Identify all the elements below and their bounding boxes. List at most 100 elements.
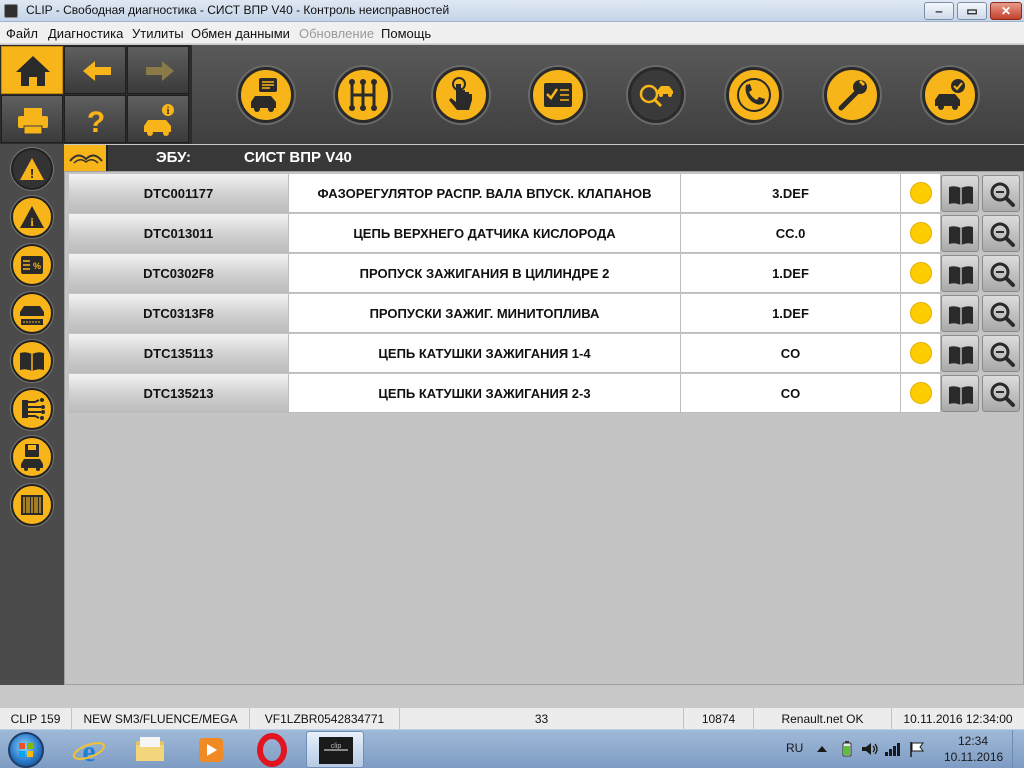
show-desktop-button[interactable] (1012, 730, 1024, 768)
barcode-icon (21, 495, 43, 515)
fault-manual-button[interactable] (941, 295, 979, 332)
wiring-icon (22, 398, 45, 420)
close-button[interactable]: ✕ (990, 2, 1022, 20)
fault-detail-button[interactable] (982, 295, 1020, 332)
menu-data-exchange[interactable]: Обмен данными (191, 26, 290, 41)
menu-update[interactable]: Обновление (299, 26, 374, 41)
book-icon (949, 306, 973, 325)
fault-manual-button[interactable] (941, 255, 979, 292)
sidebar-manual-button[interactable] (11, 340, 53, 382)
checklist-button[interactable] (530, 67, 586, 123)
fault-row[interactable]: DTC001177 ФАЗОРЕГУЛЯТОР РАСПР. ВАЛА ВПУС… (69, 174, 1023, 214)
show-hidden-icons-icon[interactable] (816, 742, 828, 756)
vehicle-check-button[interactable] (922, 67, 978, 123)
language-indicator[interactable]: RU (786, 741, 803, 755)
sidebar-info-button[interactable]: i (11, 196, 53, 238)
touch-button[interactable] (433, 67, 489, 123)
vehicle-info-button[interactable]: i (127, 95, 189, 143)
taskbar-file-explorer[interactable] (121, 731, 179, 768)
gearbox-button[interactable] (335, 67, 391, 123)
back-button[interactable] (64, 46, 126, 94)
taskbar-media-player[interactable] (182, 731, 240, 768)
wrench-button[interactable] (824, 67, 880, 123)
fault-indicator (901, 334, 941, 373)
action-center-flag-icon[interactable] (908, 740, 926, 758)
fault-row[interactable]: DTC135113 ЦЕПЬ КАТУШКИ ЗАЖИГАНИЯ 1-4 CO (69, 334, 1023, 374)
fault-status: CO (681, 374, 901, 413)
volume-icon[interactable] (860, 740, 880, 758)
fault-row[interactable]: DTC0313F8 ПРОПУСКИ ЗАЖИГ. МИНИТОПЛИВА 1.… (69, 294, 1023, 334)
sidebar-vehicle-status-button[interactable] (11, 292, 53, 334)
battery-icon[interactable] (840, 740, 854, 758)
fault-description: ФАЗОРЕГУЛЯТОР РАСПР. ВАЛА ВПУСК. КЛАПАНО… (289, 174, 681, 213)
book-icon (949, 266, 973, 285)
manual-book-icon (20, 352, 44, 371)
fault-detail-button[interactable] (982, 175, 1020, 212)
close-icon: ✕ (1000, 4, 1012, 18)
fault-detail-button[interactable] (982, 215, 1020, 252)
file-explorer-icon (136, 737, 164, 761)
window-title: CLIP - Свободная диагностика - СИСТ ВПР … (26, 3, 450, 17)
forward-arrow-icon (146, 61, 174, 81)
fault-detail-button[interactable] (982, 375, 1020, 412)
vehicle-status-icon (20, 306, 44, 325)
status-bar: CLIP 159 NEW SM3/FLUENCE/MEGA VF1LZBR054… (0, 707, 1024, 730)
menu-utilities[interactable]: Утилиты (132, 26, 184, 41)
minimize-button[interactable]: ‒ (924, 2, 954, 20)
fault-detail-button[interactable] (982, 335, 1020, 372)
left-sidebar: ! i % (0, 144, 64, 685)
status-dot-icon (909, 302, 932, 324)
phone-support-button[interactable] (726, 67, 782, 123)
magnifier-icon (990, 302, 1015, 327)
sidebar-save-vehicle-button[interactable] (11, 436, 53, 478)
fault-warning-icon: ! (20, 158, 44, 181)
taskbar-clip[interactable]: clip (306, 731, 364, 768)
printer-icon (18, 108, 48, 135)
fault-description: ЦЕПЬ КАТУШКИ ЗАЖИГАНИЯ 1-4 (289, 334, 681, 373)
sidebar-barcode-button[interactable] (11, 484, 53, 526)
home-button[interactable] (1, 46, 63, 94)
taskbar-opera[interactable] (243, 731, 301, 768)
fault-code: DTC0302F8 (69, 254, 289, 293)
maximize-button[interactable]: ▭ (957, 2, 987, 20)
phone-support-icon (737, 78, 771, 112)
fault-manual-button[interactable] (941, 375, 979, 412)
app-icon (4, 4, 18, 18)
fault-manual-button[interactable] (941, 175, 979, 212)
fault-manual-button[interactable] (941, 335, 979, 372)
vehicle-id-button[interactable] (238, 67, 294, 123)
svg-text:?: ? (87, 106, 105, 139)
forward-button[interactable] (127, 46, 189, 94)
network-icon[interactable] (884, 740, 902, 758)
print-button[interactable] (1, 95, 63, 143)
fault-row[interactable]: DTC013011 ЦЕПЬ ВЕРХНЕГО ДАТЧИКА КИСЛОРОД… (69, 214, 1023, 254)
vehicle-check-icon (935, 79, 965, 110)
fault-row[interactable]: DTC0302F8 ПРОПУСК ЗАЖИГАНИЯ В ЦИЛИНДРЕ 2… (69, 254, 1023, 294)
fault-detail-button[interactable] (982, 255, 1020, 292)
ecu-label: ЭБУ: (156, 149, 192, 166)
book-icon (949, 346, 973, 365)
clock-time[interactable]: 12:34 (958, 734, 988, 748)
menu-help[interactable]: Помощь (381, 26, 431, 41)
fault-row[interactable]: DTC135213 ЦЕПЬ КАТУШКИ ЗАЖИГАНИЯ 2-3 CO (69, 374, 1023, 414)
fault-manual-button[interactable] (941, 215, 979, 252)
menu-file[interactable]: Файл (6, 26, 38, 41)
sidebar-fault-button[interactable]: ! (11, 148, 53, 190)
sidebar-parameters-button[interactable]: % (11, 244, 53, 286)
ecu-name: СИСТ ВПР V40 (244, 149, 352, 166)
start-button[interactable] (8, 732, 44, 768)
fault-code: DTC135213 (69, 374, 289, 413)
gearbox-shift-icon (349, 79, 377, 111)
clock-date[interactable]: 10.11.2016 (944, 750, 1003, 764)
sidebar-wiring-button[interactable] (11, 388, 53, 430)
fault-indicator (901, 174, 941, 213)
status-dot-icon (909, 262, 932, 284)
magnifier-icon (990, 262, 1015, 287)
menu-diagnostics[interactable]: Диагностика (48, 26, 123, 41)
help-button[interactable]: ? (64, 95, 126, 143)
renault-clip-logo (64, 145, 108, 171)
taskbar-internet-explorer[interactable]: e (60, 731, 118, 768)
fault-search-button[interactable] (628, 67, 684, 123)
status-number: 10874 (684, 708, 754, 730)
fault-indicator (901, 374, 941, 413)
